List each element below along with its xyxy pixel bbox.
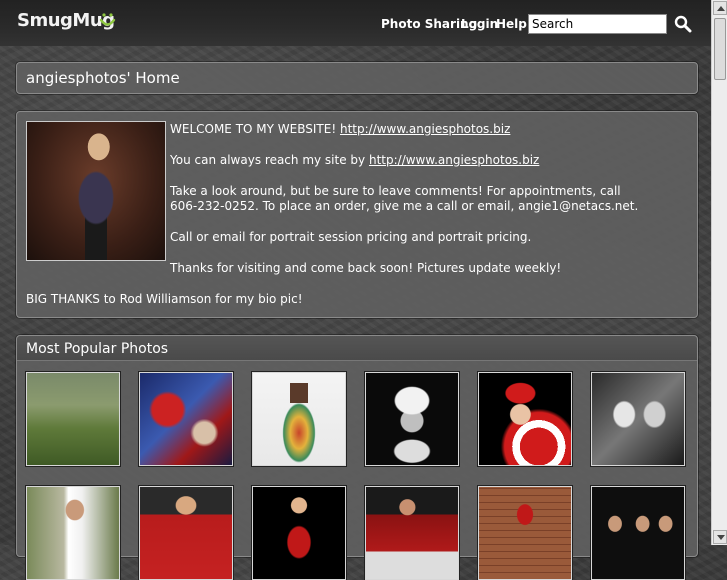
photo-thumbnail[interactable] bbox=[26, 486, 120, 580]
scrollbar-thumb[interactable] bbox=[714, 18, 726, 80]
title-panel: angiesphotos' Home bbox=[16, 62, 698, 94]
thanks-text: Thanks for visiting and come back soon! … bbox=[170, 261, 562, 275]
scroll-up-button[interactable] bbox=[713, 1, 727, 15]
popular-title: Most Popular Photos bbox=[26, 341, 169, 357]
photo-thumbnail[interactable] bbox=[139, 486, 233, 580]
photo-thumbnail[interactable] bbox=[591, 486, 685, 580]
bio-photo[interactable] bbox=[26, 121, 166, 261]
scroll-down-button[interactable] bbox=[713, 530, 727, 544]
chevron-down-icon bbox=[717, 535, 725, 540]
appointments-text-1: Take a look around, but be sure to leave… bbox=[170, 184, 621, 198]
photo-thumbnail[interactable] bbox=[252, 372, 346, 466]
welcome-panel: WELCOME TO MY WEBSITE! http://www.angies… bbox=[16, 111, 698, 318]
photo-thumbnail[interactable] bbox=[139, 372, 233, 466]
nav-help[interactable]: Help bbox=[496, 17, 527, 31]
reach-line: You can always reach my site by http://w… bbox=[170, 153, 539, 168]
photo-thumbnail[interactable] bbox=[26, 372, 120, 466]
welcome-line: WELCOME TO MY WEBSITE! http://www.angies… bbox=[170, 122, 510, 137]
appointments-text-2: 606-232-0252. To place an order, give me… bbox=[170, 199, 639, 213]
photo-thumbnail[interactable] bbox=[478, 486, 572, 580]
popular-header: Most Popular Photos bbox=[17, 336, 697, 361]
pricing-text: Call or email for portrait session prici… bbox=[170, 230, 532, 244]
photo-thumbnail[interactable] bbox=[478, 372, 572, 466]
nav-login[interactable]: Login bbox=[461, 17, 498, 31]
search-icon[interactable] bbox=[674, 15, 692, 33]
bio-credit-text: BIG THANKS to Rod Williamson for my bio … bbox=[26, 292, 303, 306]
page-title: angiesphotos' Home bbox=[26, 69, 180, 87]
popular-photos-panel: Most Popular Photos bbox=[16, 335, 698, 580]
photo-thumbnail[interactable] bbox=[252, 486, 346, 580]
welcome-text: WELCOME TO MY WEBSITE! bbox=[170, 122, 337, 136]
photo-thumbnail[interactable] bbox=[365, 486, 459, 580]
smiley-logo-icon[interactable] bbox=[99, 12, 116, 29]
photo-thumbnail[interactable] bbox=[591, 372, 685, 466]
photo-thumbnail[interactable] bbox=[365, 372, 459, 466]
scrollbar[interactable] bbox=[711, 0, 727, 545]
website-link-2[interactable]: http://www.angiesphotos.biz bbox=[369, 153, 539, 167]
search-input[interactable] bbox=[528, 14, 667, 34]
chevron-up-icon bbox=[717, 6, 725, 11]
top-bar: SmugMug Photo Sharing Login Help bbox=[0, 0, 711, 46]
reach-text: You can always reach my site by bbox=[170, 153, 366, 167]
website-link[interactable]: http://www.angiesphotos.biz bbox=[340, 122, 510, 136]
